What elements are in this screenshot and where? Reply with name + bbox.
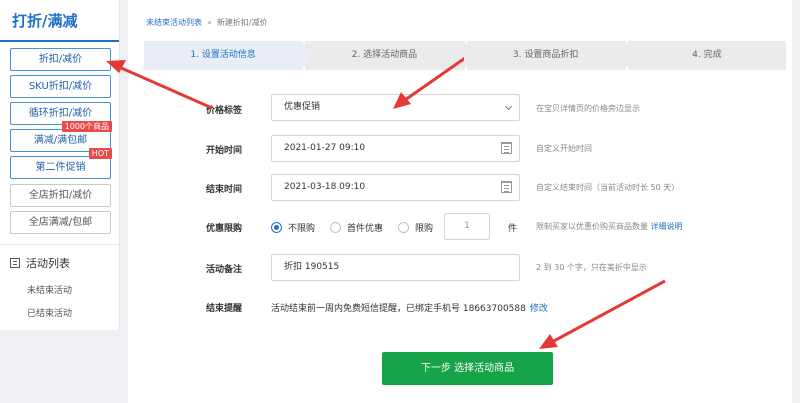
breadcrumb-current: 新建折扣/减价 <box>216 18 268 27</box>
calendar-icon[interactable] <box>501 181 512 193</box>
radio-limit[interactable]: 限购 <box>398 221 433 234</box>
end-reminder-label: 结束提醒 <box>206 304 243 314</box>
main-panel: 未结束活动列表 » 新建折扣/减价 1. 设置活动信息 2. 选择活动商品 3. 设… <box>128 0 792 403</box>
sidebar-item-store-discount[interactable]: 全店折扣/减价 <box>10 184 111 207</box>
start-time-input[interactable]: 2021-01-27 09:10 <box>271 135 520 162</box>
details-link[interactable]: 详细说明 <box>651 222 683 231</box>
radio-unchecked-icon <box>398 222 409 233</box>
price-tag-hint: 在宝贝详情页的价格旁边显示 <box>536 104 640 113</box>
end-time-hint: 自定义结束时间（当前活动时长 50 天） <box>536 183 680 192</box>
sidebar-item-label: SKU折扣/减价 <box>28 81 93 92</box>
sidebar-item-discount[interactable]: 折扣/减价 <box>10 48 111 71</box>
end-time-value: 2021-03-18 09:10 <box>284 182 366 192</box>
activity-note-label: 活动备注 <box>206 265 243 275</box>
price-tag-value: 优惠促销 <box>284 102 321 112</box>
price-tag-select[interactable]: 优惠促销 <box>271 94 520 121</box>
radio-label: 限购 <box>415 224 434 234</box>
sidebar-item-label: 满减/满包邮 <box>33 135 88 146</box>
sidebar-divider <box>0 244 120 245</box>
radio-label: 不限购 <box>288 224 316 234</box>
item-count-badge: 1000个商品 <box>61 121 112 132</box>
activity-note-value: 折扣 190515 <box>284 262 340 272</box>
end-reminder-message: 活动结束前一周内免费短信提醒，已绑定手机号 18663700588 <box>271 304 526 314</box>
step-4: 4. 完成 <box>627 41 786 70</box>
sidebar-item-label: 全店折扣/减价 <box>28 190 93 201</box>
activity-list-title: 活动列表 <box>26 257 70 270</box>
sidebar-link-ended[interactable]: 已结束活动 <box>27 306 72 319</box>
breadcrumb-separator: » <box>207 18 212 27</box>
radio-no-limit[interactable]: 不限购 <box>271 221 315 234</box>
start-time-label: 开始时间 <box>206 146 243 156</box>
step-2: 2. 选择活动商品 <box>305 41 474 70</box>
radio-checked-icon <box>271 222 282 233</box>
sidebar-item-label: 第二件促销 <box>35 162 86 173</box>
calendar-icon[interactable] <box>501 142 512 154</box>
step-3: 3. 设置商品折扣 <box>466 41 636 70</box>
breadcrumb-link[interactable]: 未结束活动列表 <box>146 18 202 27</box>
quantity-unit: 件 <box>508 224 518 234</box>
start-time-value: 2021-01-27 09:10 <box>284 143 366 153</box>
radio-first-item[interactable]: 首件优惠 <box>330 221 383 234</box>
end-time-label: 结束时间 <box>206 185 243 195</box>
sidebar-title: 打折/满减 <box>0 0 119 42</box>
modify-phone-link[interactable]: 修改 <box>530 304 548 314</box>
activity-list-section: 活动列表 <box>10 255 70 271</box>
sidebar-item-second-item-promo[interactable]: 第二件促销 HOT <box>10 148 112 179</box>
radio-label: 首件优惠 <box>347 224 384 234</box>
activity-note-input[interactable]: 折扣 190515 <box>271 254 520 281</box>
step-progress: 1. 设置活动信息 2. 选择活动商品 3. 设置商品折扣 4. 完成 <box>144 41 786 70</box>
sidebar: 打折/满减 折扣/减价 SKU折扣/减价 循环折扣/减价 满减/满包邮 1000… <box>0 0 120 330</box>
sidebar-item-sku-discount[interactable]: SKU折扣/减价 <box>10 75 111 98</box>
end-time-input[interactable]: 2021-03-18 09:10 <box>271 174 520 201</box>
radio-unchecked-icon <box>330 222 341 233</box>
purchase-limit-hint: 限制买家以优惠价购买商品数量 详细说明 <box>536 221 683 232</box>
purchase-limit-label: 优惠限购 <box>206 224 243 234</box>
breadcrumb: 未结束活动列表 » 新建折扣/减价 <box>146 17 268 28</box>
sidebar-item-label: 循环折扣/减价 <box>28 108 93 119</box>
sidebar-item-label: 折扣/减价 <box>38 54 83 65</box>
activity-note-hint: 2 到 30 个字，只在美折中显示 <box>536 263 647 272</box>
list-icon <box>10 258 20 268</box>
hot-badge: HOT <box>88 148 112 159</box>
start-time-hint: 自定义开始时间 <box>536 144 592 153</box>
next-step-button[interactable]: 下一步 选择活动商品 <box>382 352 553 385</box>
price-tag-label: 价格标签 <box>206 106 243 116</box>
end-reminder-text: 活动结束前一周内免费短信提醒，已绑定手机号 18663700588 修改 <box>271 301 548 314</box>
sidebar-item-store-full-reduction[interactable]: 全店满减/包邮 <box>10 211 111 234</box>
sidebar-link-ongoing[interactable]: 未结束活动 <box>27 283 72 296</box>
step-1: 1. 设置活动信息 <box>144 41 313 70</box>
sidebar-item-label: 全店满减/包邮 <box>28 217 93 228</box>
chevron-down-icon <box>504 102 513 111</box>
limit-quantity-input[interactable]: 1 <box>444 213 490 240</box>
purchase-limit-hint-text: 限制买家以优惠价购买商品数量 <box>536 222 648 231</box>
